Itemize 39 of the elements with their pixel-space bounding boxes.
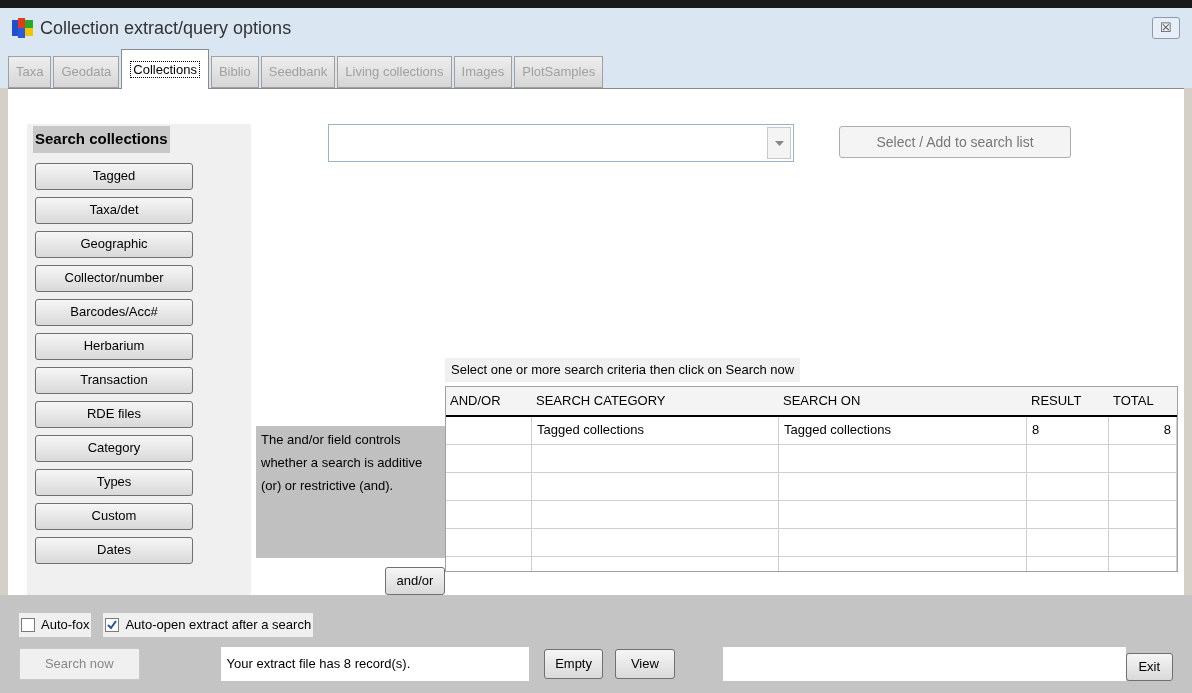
exit-button[interactable]: Exit (1125, 652, 1173, 681)
column-header: RESULT (1030, 391, 1083, 410)
table-cell-text: Tagged collections (537, 421, 644, 440)
category-button[interactable]: Barcodes/Acc# (35, 298, 193, 326)
category-button[interactable]: Herbarium (35, 332, 193, 360)
column-header: TOTAL (1112, 391, 1155, 410)
column-header: SEARCH ON (782, 391, 862, 410)
category-button[interactable]: Custom (35, 502, 193, 530)
category-button[interactable]: Tagged (35, 162, 193, 190)
category-button[interactable]: Dates (35, 536, 193, 564)
category-button[interactable]: Types (35, 468, 193, 496)
category-button[interactable]: Collector/number (35, 264, 193, 292)
status-text: Your extract file has 8 record(s). (220, 646, 529, 681)
message-field[interactable] (722, 646, 1126, 681)
column-header: AND/OR (449, 391, 502, 410)
option-checkbox[interactable]: Auto-fox (19, 613, 92, 637)
category-button[interactable]: Taxa/det (35, 196, 193, 224)
section-title: Search collections (33, 126, 170, 153)
checkmark-icon (107, 619, 118, 630)
empty-button[interactable]: Empty (543, 648, 604, 679)
table-cell-text: 8 (1032, 421, 1040, 440)
category-button[interactable]: RDE files (35, 400, 193, 428)
category-button[interactable]: Geographic (35, 230, 193, 258)
tab[interactable]: Collections (121, 49, 209, 89)
category-button[interactable]: Category (35, 434, 193, 462)
option-checkbox[interactable]: Auto-open extract after a search (103, 613, 314, 637)
category-button[interactable]: Transaction (35, 366, 193, 394)
window-title: Collection extract/query options (40, 16, 292, 40)
column-header: SEARCH CATEGORY (535, 391, 667, 410)
instruction-text: Select one or more search criteria then click on Search now (445, 358, 801, 382)
close-button[interactable]: ☒ (1152, 17, 1180, 39)
dropdown-arrow-icon (774, 140, 784, 146)
app-icon (12, 18, 34, 38)
view-button[interactable]: View (615, 648, 675, 679)
search-dropdown[interactable] (328, 124, 794, 162)
and-or-button[interactable]: and/or (385, 567, 445, 595)
table-cell-text: Tagged collections (784, 421, 891, 440)
hint-text: The and/or field controls whether a search is additive (or) or restrictive (and). (256, 426, 445, 558)
table-cell-text: 8 (1163, 421, 1171, 440)
